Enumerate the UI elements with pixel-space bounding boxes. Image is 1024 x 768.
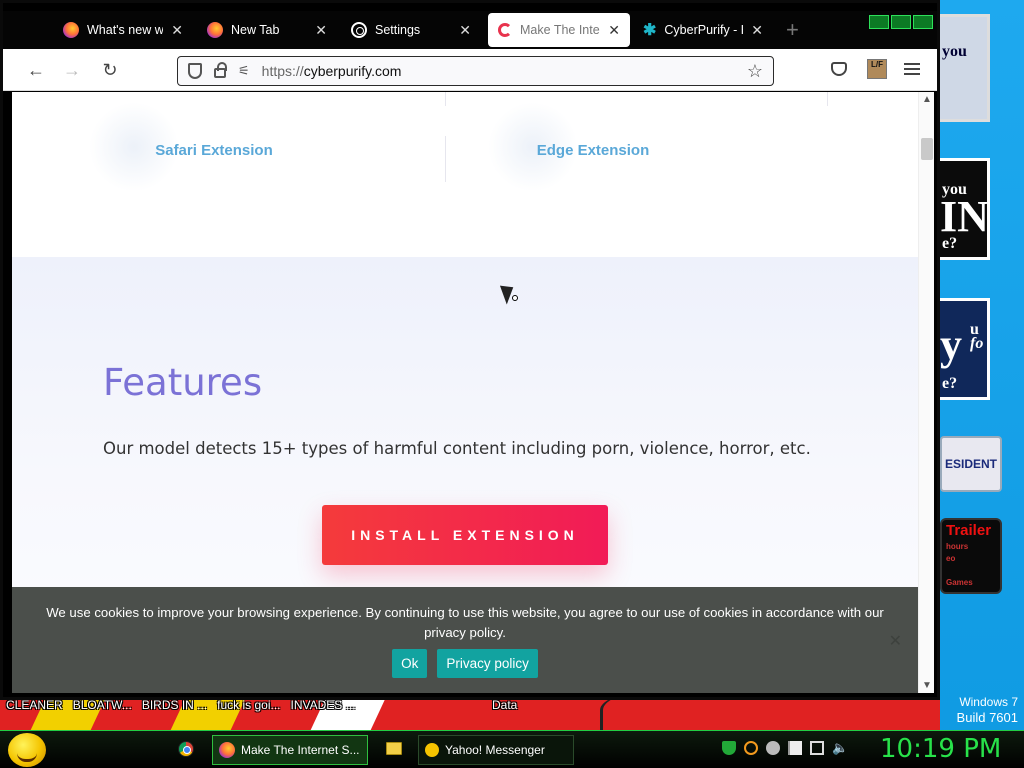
system-tray: 🔈 [722, 741, 848, 755]
tab-whats-new[interactable]: What's new with Firefox ✕ [53, 13, 193, 47]
firefox-icon [63, 22, 79, 38]
scroll-down-icon[interactable]: ▼ [922, 680, 932, 691]
mouse-cursor-icon [512, 295, 518, 301]
address-bar[interactable]: ⚟ https://cyberpurify.com ☆ [177, 56, 774, 86]
close-tab-icon[interactable]: ✕ [608, 22, 620, 39]
browser-window: What's new with Firefox ✕ New Tab ✕ Sett… [0, 0, 940, 700]
close-tab-icon[interactable]: ✕ [171, 22, 183, 39]
install-extension-button[interactable]: INSTALL EXTENSION [322, 505, 608, 565]
tab-make-the-internet-safe[interactable]: Make The Internet Safe ✕ [488, 13, 630, 47]
firefox-icon [219, 742, 235, 758]
search-icon[interactable] [744, 741, 758, 755]
pocket-icon[interactable] [831, 62, 847, 76]
ad-widget-president[interactable]: ESIDENT [940, 436, 1002, 492]
permissions-icon[interactable]: ⚟ [238, 63, 250, 79]
tab-new-tab[interactable]: New Tab ✕ [197, 13, 337, 47]
safari-extension-label[interactable]: Safari Extension [49, 142, 379, 159]
privacy-policy-button[interactable]: Privacy policy [437, 649, 538, 678]
desktop-icon-birds[interactable]: BIRDS IN ... [142, 698, 207, 716]
cookie-ok-button[interactable]: Ok [392, 649, 428, 678]
extensions-row: Safari Extension Edge Extension [12, 92, 918, 257]
features-description: Our model detects 15+ types of harmful c… [103, 439, 811, 458]
cookie-banner: We use cookies to improve your browsing … [12, 587, 918, 693]
close-tab-icon[interactable]: ✕ [459, 22, 471, 39]
features-heading: Features [103, 361, 263, 404]
desktop-icon-fuck-is-going[interactable]: fuck is goi... [217, 698, 280, 716]
scroll-up-icon[interactable]: ▲ [922, 94, 932, 105]
ad-widget-trailer[interactable]: Trailer hours eo Games [940, 518, 1002, 594]
scrollbar-thumb[interactable] [921, 138, 933, 160]
desktop-icon-cleaner[interactable]: CLEANER [6, 698, 63, 716]
page-scrollbar[interactable]: ▲ ▼ [918, 92, 934, 693]
cookie-message: We use cookies to improve your browsing … [46, 605, 884, 640]
divider [827, 92, 828, 106]
edge-extension-label[interactable]: Edge Extension [428, 142, 758, 159]
forward-button[interactable]: → [59, 57, 85, 83]
tab-strip: What's new with Firefox ✕ New Tab ✕ Sett… [3, 11, 937, 49]
page-viewport: Safari Extension Edge Extension Features… [12, 92, 918, 693]
ad-widget-2[interactable]: you IN e? [940, 158, 990, 260]
cyberpurify-icon: ✱ [643, 22, 657, 39]
new-tab-button[interactable]: + [786, 17, 799, 43]
security-shield-icon[interactable] [722, 741, 736, 755]
yahoo-smiley-icon [425, 743, 439, 757]
ad-widget-3[interactable]: u y fo e? [940, 298, 990, 400]
minimize-button[interactable] [869, 15, 889, 29]
desktop-icon-data[interactable]: Data [492, 698, 517, 712]
taskbar-item-firefox[interactable]: Make The Internet S... [212, 735, 368, 765]
chrome-icon[interactable] [178, 741, 194, 757]
volume-icon[interactable]: 🔈 [832, 741, 848, 755]
folder-icon[interactable] [386, 742, 402, 755]
taskbar-item-yahoo-messenger[interactable]: Yahoo! Messenger [418, 735, 574, 765]
taskbar: Make The Internet S... Yahoo! Messenger … [0, 730, 1024, 768]
navigation-toolbar: ← → ↻ ⚟ https://cyberpurify.com ☆ L/F [3, 49, 937, 91]
cyberpurify-c-icon [498, 23, 512, 37]
firefox-icon [207, 22, 223, 38]
hamburger-menu-icon[interactable] [904, 63, 920, 75]
edge-extension-card[interactable]: Edge Extension [428, 92, 758, 222]
tracking-protection-shield-icon[interactable] [188, 63, 202, 79]
url-text[interactable]: https://cyberpurify.com [262, 63, 402, 79]
desktop-icon-labels: CLEANER BLOATW... BIRDS IN ... fuck is g… [6, 698, 936, 716]
safari-extension-card[interactable]: Safari Extension [49, 92, 379, 222]
start-button[interactable] [8, 733, 46, 767]
network-icon[interactable] [810, 741, 824, 755]
close-tab-icon[interactable]: ✕ [315, 22, 327, 39]
gear-icon [351, 22, 367, 38]
status-icon[interactable] [766, 741, 780, 755]
reload-button[interactable]: ↻ [97, 57, 123, 83]
desktop-icon-invades[interactable]: INVADES ... [291, 698, 356, 716]
lock-icon[interactable] [214, 62, 227, 78]
desktop-icon-bloatware[interactable]: BLOATW... [73, 698, 132, 716]
maximize-button[interactable] [891, 15, 911, 29]
clock[interactable]: 10:19 PM [880, 734, 1001, 764]
action-center-flag-icon[interactable] [788, 741, 802, 755]
close-window-button[interactable] [913, 15, 933, 29]
tab-settings[interactable]: Settings ✕ [341, 13, 481, 47]
ad-widget-1[interactable]: you [940, 14, 990, 122]
window-controls [869, 15, 933, 29]
close-icon[interactable]: ✕ [889, 631, 902, 651]
tab-cyberpurify-home[interactable]: ✱ CyberPurify - Home ✕ [633, 13, 773, 47]
windows-version-watermark: Windows 7 Build 7601 [956, 695, 1018, 725]
back-button[interactable]: ← [23, 57, 49, 83]
close-tab-icon[interactable]: ✕ [751, 22, 763, 39]
bookmark-star-icon[interactable]: ☆ [747, 61, 763, 82]
extension-icon[interactable]: L/F [867, 59, 887, 79]
